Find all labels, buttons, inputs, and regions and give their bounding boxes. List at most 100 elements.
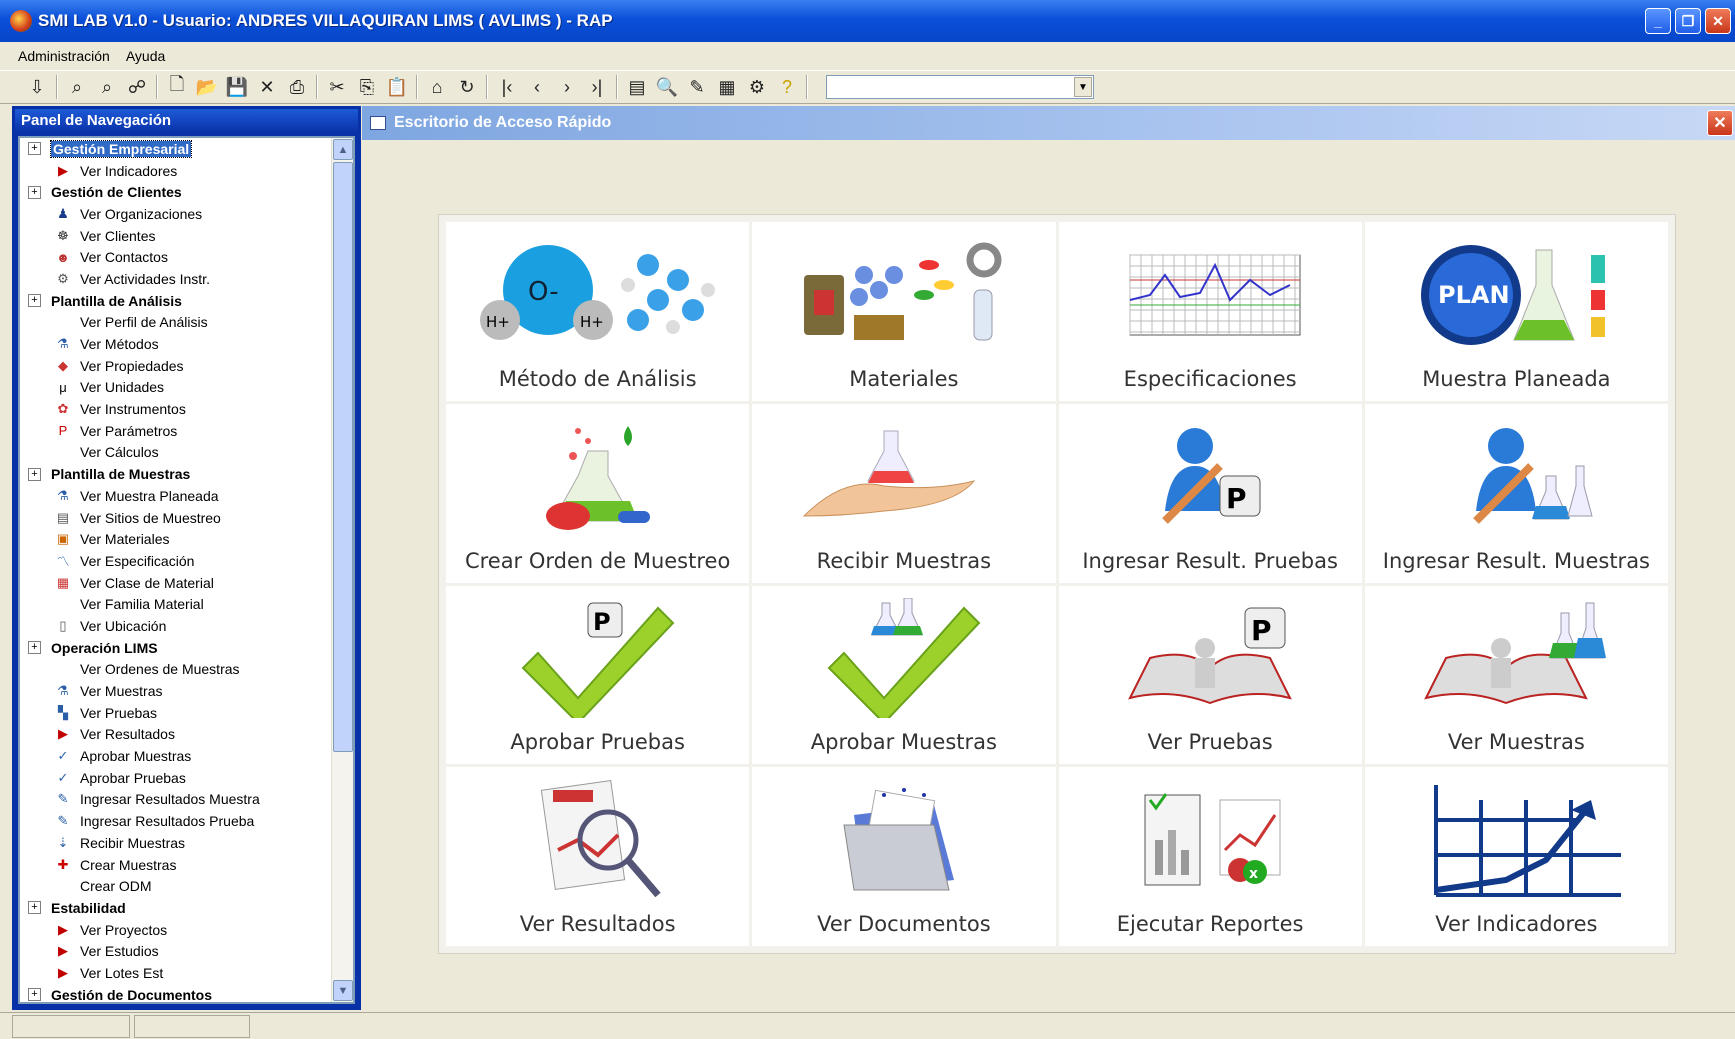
tree-item[interactable]: Ver Cálculos [20, 442, 328, 464]
expand-icon[interactable]: + [28, 641, 41, 655]
expand-icon[interactable]: + [28, 185, 41, 199]
scroll-up-icon[interactable]: ▲ [333, 139, 353, 160]
tree-item[interactable]: ✓ Aprobar Pruebas [20, 767, 328, 789]
exit-icon[interactable]: ⇩ [22, 74, 52, 100]
tree-group[interactable]: + Gestión Empresarial [20, 138, 328, 160]
close-button[interactable]: ✕ [1705, 8, 1731, 34]
quick-tile[interactable]: PLAN Muestra Planeada [1364, 222, 1668, 401]
expand-icon[interactable]: + [28, 294, 41, 308]
cut-icon[interactable]: ✂ [322, 74, 352, 100]
tree-item[interactable]: ▶ Ver Indicadores [20, 160, 328, 182]
tree-item[interactable]: ✎ Ingresar Resultados Muestra [20, 789, 328, 811]
tree-item[interactable]: P Ver Parámetros [20, 420, 328, 442]
tree-item[interactable]: ▶ Ver Proyectos [20, 919, 328, 941]
tree-item[interactable]: ▤ Ver Sitios de Muestreo [20, 507, 328, 529]
tree-item[interactable]: ◆ Ver Propiedades [20, 355, 328, 377]
tree-item[interactable]: ▶ Ver Lotes Est [20, 962, 328, 984]
quick-tile[interactable]: Ver Documentos [752, 767, 1056, 946]
last-icon[interactable]: ›| [582, 74, 612, 100]
tree-item[interactable]: ⚗ Ver Métodos [20, 333, 328, 355]
first-icon[interactable]: |‹ [492, 74, 522, 100]
quick-tile[interactable]: Materiales [752, 222, 1056, 401]
toolbar-combo[interactable]: ▼ [826, 75, 1094, 99]
tree-item[interactable]: ✎ Ingresar Resultados Prueba [20, 810, 328, 832]
quick-tile[interactable]: P Ver Pruebas [1058, 585, 1362, 765]
quick-tile[interactable]: Ingresar Result. Muestras [1364, 403, 1668, 583]
tree-item[interactable]: Crear ODM [20, 875, 328, 897]
doc-icon[interactable]: ▤ [622, 74, 652, 100]
quick-tile[interactable]: Crear Orden de Muestreo [446, 403, 750, 583]
delete-icon[interactable]: ✕ [252, 74, 282, 100]
find-icon[interactable]: ⌕ [62, 74, 92, 100]
quick-tile[interactable]: P Ingresar Result. Pruebas [1058, 403, 1362, 583]
home-icon[interactable]: ⌂ [422, 74, 452, 100]
expand-icon[interactable]: + [28, 142, 41, 156]
quick-tile[interactable]: Aprobar Muestras [752, 585, 1056, 765]
tree-item[interactable]: μ Ver Unidades [20, 377, 328, 399]
tree-group[interactable]: + Plantilla de Muestras [20, 463, 328, 485]
scroll-down-icon[interactable]: ▼ [333, 980, 353, 1001]
tools-icon[interactable]: ⚙ [742, 74, 772, 100]
menu-administracion[interactable]: Administración [18, 48, 110, 64]
paste-icon[interactable]: 📋 [382, 74, 412, 100]
tree-scrollbar[interactable]: ▲ ▼ [331, 138, 353, 1002]
tree-item[interactable]: 〽 Ver Especificación [20, 550, 328, 572]
expand-icon[interactable]: + [28, 467, 41, 481]
tree-item[interactable]: Ver Ordenes de Muestras [20, 659, 328, 681]
calendar-icon[interactable]: ▦ [712, 74, 742, 100]
tree-item[interactable]: ☻ Ver Contactos [20, 246, 328, 268]
tree-group[interactable]: + Plantilla de Análisis [20, 290, 328, 312]
scroll-thumb[interactable] [333, 162, 353, 752]
quick-tile[interactable]: O- H+ H+ Método de Análisis [446, 222, 750, 401]
copy-icon[interactable]: ⎘ [352, 74, 382, 100]
help-icon[interactable]: ? [772, 74, 802, 100]
tree-group[interactable]: + Gestión de Clientes [20, 181, 328, 203]
tree-item[interactable]: Ver Perfil de Análisis [20, 312, 328, 334]
quick-tile[interactable]: Ver Indicadores [1364, 767, 1668, 946]
expand-icon[interactable]: + [28, 901, 41, 915]
navigation-panel-title: Panel de Navegación [15, 109, 358, 133]
refresh-icon[interactable]: ↻ [452, 74, 482, 100]
minimize-button[interactable]: _ [1645, 8, 1671, 34]
menu-ayuda[interactable]: Ayuda [126, 48, 165, 64]
print-icon[interactable]: ⎙ [282, 74, 312, 100]
child-close-button[interactable]: ✕ [1707, 110, 1733, 136]
next-icon[interactable]: › [552, 74, 582, 100]
quick-tile[interactable]: P Aprobar Pruebas [446, 585, 750, 765]
chevron-down-icon[interactable]: ▼ [1074, 77, 1092, 97]
tree-item[interactable]: ▯ Ver Ubicación [20, 615, 328, 637]
find-next-icon[interactable]: ⌕ [92, 74, 122, 100]
tree-item[interactable]: ▶ Ver Estudios [20, 940, 328, 962]
tree-item[interactable]: ▚ Ver Pruebas [20, 702, 328, 724]
tree-item[interactable]: ▶ Ver Resultados [20, 724, 328, 746]
tree-item[interactable]: ▣ Ver Materiales [20, 528, 328, 550]
tree-item[interactable]: ♟ Ver Organizaciones [20, 203, 328, 225]
open-icon[interactable]: 📂 [192, 74, 222, 100]
tree-item[interactable]: ✿ Ver Instrumentos [20, 398, 328, 420]
expand-icon[interactable]: + [28, 988, 41, 1002]
save-icon[interactable]: 💾 [222, 74, 252, 100]
quick-tile[interactable]: Especificaciones [1058, 222, 1362, 401]
quick-tile[interactable]: Recibir Muestras [752, 403, 1056, 583]
tree-item[interactable]: ▦ Ver Clase de Material [20, 572, 328, 594]
tree-item[interactable]: ⚗ Ver Muestra Planeada [20, 485, 328, 507]
edit-icon[interactable]: ✎ [682, 74, 712, 100]
quick-tile[interactable]: Ver Resultados [446, 767, 750, 946]
restore-button[interactable]: ❐ [1675, 8, 1701, 34]
report-icon[interactable]: ☍ [122, 74, 152, 100]
tree-item[interactable]: ⇣ Recibir Muestras [20, 832, 328, 854]
tree-item[interactable]: ⚙ Ver Actividades Instr. [20, 268, 328, 290]
tree-group[interactable]: + Operación LIMS [20, 637, 328, 659]
tree-item[interactable]: ☸ Ver Clientes [20, 225, 328, 247]
tree-item[interactable]: ✚ Crear Muestras [20, 854, 328, 876]
preview-icon[interactable]: 🔍 [652, 74, 682, 100]
quick-tile[interactable]: Ver Muestras [1364, 585, 1668, 765]
quick-tile[interactable]: x Ejecutar Reportes [1058, 767, 1362, 946]
prev-icon[interactable]: ‹ [522, 74, 552, 100]
tree-item[interactable]: Ver Familia Material [20, 593, 328, 615]
new-icon[interactable]: 🗋 [162, 74, 192, 100]
tree-group[interactable]: + Gestión de Documentos [20, 984, 328, 1002]
tree-group[interactable]: + Estabilidad [20, 897, 328, 919]
tree-item[interactable]: ⚗ Ver Muestras [20, 680, 328, 702]
tree-item[interactable]: ✓ Aprobar Muestras [20, 745, 328, 767]
